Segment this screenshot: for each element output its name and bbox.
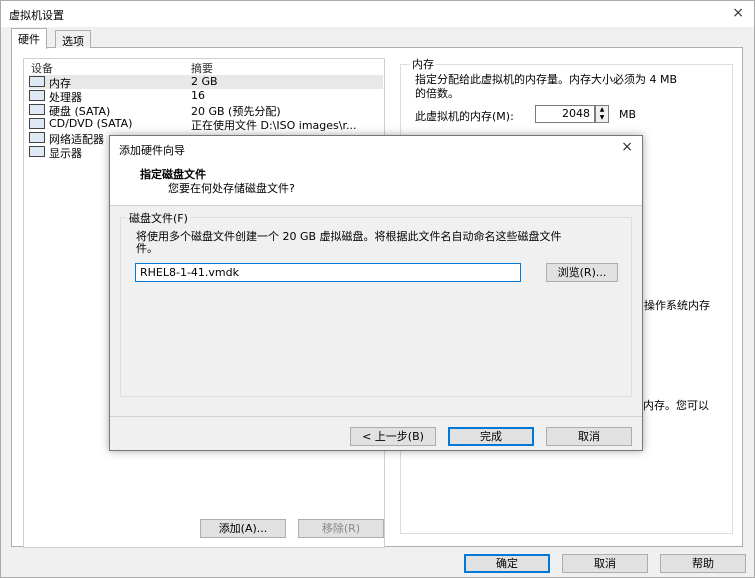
finish-button[interactable]: 完成	[448, 427, 534, 446]
wizard-subheading: 您要在何处存储磁盘文件?	[168, 182, 295, 195]
memory-spinner[interactable]: ▲ ▼	[595, 105, 609, 123]
device-summary: 16	[191, 89, 205, 102]
close-icon[interactable]: ×	[621, 139, 633, 155]
memory-tip-text: 多内存。您可以	[632, 399, 709, 412]
wizard-divider	[110, 416, 642, 417]
close-icon[interactable]: ×	[732, 5, 744, 21]
device-row-cd-dvd[interactable]: CD/DVD (SATA) 正在使用文件 D:\ISO images\r...	[29, 117, 383, 132]
cancel-button[interactable]: 取消	[562, 554, 648, 573]
disk-file-description: 将使用多个磁盘文件创建一个 20 GB 虚拟磁盘。将根据此文件名自动命名这些磁盘…	[136, 230, 562, 243]
add-device-button[interactable]: 添加(A)...	[200, 519, 286, 538]
hard-disk-icon	[29, 104, 45, 115]
cpu-icon	[29, 90, 45, 101]
help-button[interactable]: 帮助	[660, 554, 746, 573]
memory-icon	[29, 76, 45, 87]
device-row-hard-disk[interactable]: 硬盘 (SATA) 20 GB (预先分配)	[29, 103, 383, 118]
memory-size-label: 此虚拟机的内存(M):	[415, 110, 514, 123]
cd-dvd-icon	[29, 118, 45, 129]
memory-description-cont: 的倍数。	[415, 87, 459, 100]
memory-size-input[interactable]: 2048	[535, 105, 595, 123]
disk-file-input[interactable]: RHEL8-1-41.vmdk	[135, 263, 521, 282]
column-header-summary[interactable]: 摘要	[191, 60, 213, 76]
wizard-titlebar: 添加硬件向导 ×	[110, 136, 642, 160]
memory-group-title: 内存	[410, 56, 436, 72]
device-name: 显示器	[49, 147, 82, 160]
tab-hardware[interactable]: 硬件	[11, 28, 47, 49]
wizard-title: 添加硬件向导	[119, 144, 185, 157]
wizard-header: 指定磁盘文件 您要在何处存储磁盘文件?	[110, 160, 642, 206]
column-header-device[interactable]: 设备	[31, 60, 53, 76]
browse-button[interactable]: 浏览(R)...	[546, 263, 618, 282]
device-row-processor[interactable]: 处理器 16	[29, 89, 383, 104]
spin-down-icon[interactable]: ▼	[596, 114, 608, 122]
window-titlebar: 虚拟机设置 ×	[1, 1, 754, 27]
network-adapter-icon	[29, 132, 45, 143]
ok-button[interactable]: 确定	[464, 554, 550, 573]
add-hardware-wizard: 添加硬件向导 × 指定磁盘文件 您要在何处存储磁盘文件? 磁盘文件(F) 将使用…	[109, 135, 643, 451]
memory-unit: MB	[619, 108, 637, 121]
device-name: CD/DVD (SATA)	[49, 117, 133, 130]
spin-up-icon[interactable]: ▲	[596, 106, 608, 114]
device-row-memory[interactable]: 内存 2 GB	[29, 75, 383, 90]
tab-options[interactable]: 选项	[55, 30, 91, 48]
disk-file-description-cont: 件。	[136, 242, 158, 255]
disk-file-group	[120, 217, 632, 397]
memory-os-label: 操作系统内存	[644, 299, 710, 312]
disk-file-group-title: 磁盘文件(F)	[127, 210, 190, 226]
remove-device-button[interactable]: 移除(R)	[298, 519, 384, 538]
wizard-cancel-button[interactable]: 取消	[546, 427, 632, 446]
window-title: 虚拟机设置	[9, 9, 64, 22]
device-summary: 2 GB	[191, 75, 218, 88]
back-button[interactable]: < 上一步(B)	[350, 427, 436, 446]
display-icon	[29, 146, 45, 157]
